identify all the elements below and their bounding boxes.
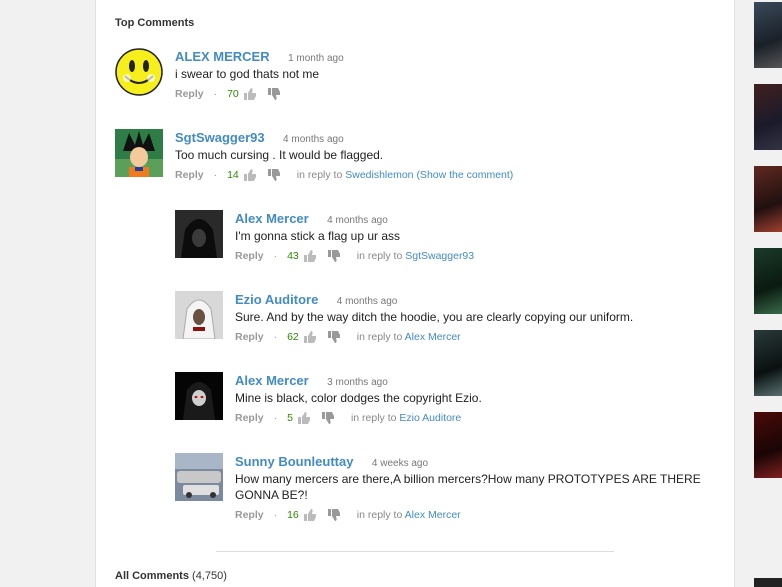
in-reply-to-link[interactable]: Ezio Auditore [399, 412, 461, 424]
avatar[interactable] [175, 453, 223, 501]
section-divider [216, 551, 614, 552]
thumbs-down-icon[interactable] [327, 331, 341, 343]
comment-time[interactable]: 4 months ago [283, 134, 344, 145]
in-reply-label: in reply to [296, 169, 343, 181]
separator-dot: · [273, 331, 278, 343]
comment-author[interactable]: ALEX MERCER [175, 49, 270, 64]
comment-time[interactable]: 4 months ago [327, 215, 388, 226]
thumbs-down-icon[interactable] [267, 88, 281, 100]
in-reply-to: in reply to Ezio Auditore [351, 412, 461, 424]
comment-time[interactable]: 1 month ago [288, 53, 344, 64]
video-thumbnail[interactable] [754, 84, 782, 150]
in-reply-label: in reply to [350, 412, 397, 424]
car-avatar-icon [175, 453, 223, 501]
comment-text: I'm gonna stick a flag up ur ass [235, 229, 401, 243]
reply-button[interactable]: Reply [235, 250, 264, 262]
comment-text: i swear to god thats not me [175, 67, 320, 81]
thumbs-up-icon[interactable] [303, 250, 317, 262]
in-reply-to: in reply to Swedishlemon (Show the comme… [297, 169, 514, 181]
video-thumbnail[interactable] [754, 2, 782, 68]
in-reply-label: in reply to [356, 331, 403, 343]
avatar[interactable] [115, 48, 163, 96]
comment-author[interactable]: Ezio Auditore [235, 292, 318, 307]
comment-time[interactable]: 4 months ago [337, 296, 398, 307]
separator-dot: · [213, 169, 218, 181]
in-reply-to-link[interactable]: SgtSwagger93 [405, 250, 474, 262]
reply-button[interactable]: Reply [235, 331, 264, 343]
goku-avatar-icon [115, 129, 163, 177]
thumbs-up-icon[interactable] [297, 412, 311, 424]
video-thumbnail[interactable] [754, 166, 782, 232]
vote-count: 5 [287, 412, 293, 424]
hooded-figure-avatar-icon [175, 210, 223, 258]
avatar[interactable] [175, 210, 223, 258]
in-reply-to: in reply to SgtSwagger93 [357, 250, 474, 262]
in-reply-to: in reply to Alex Mercer [357, 509, 461, 521]
comment-author[interactable]: Sunny Bounleuttay [235, 454, 353, 469]
reply-button[interactable]: Reply [235, 509, 264, 521]
avatar[interactable] [175, 291, 223, 339]
reply-button[interactable]: Reply [175, 88, 204, 100]
thumbs-up-icon[interactable] [243, 169, 257, 181]
separator-dot: · [273, 412, 278, 424]
video-thumbnail[interactable] [754, 248, 782, 314]
in-reply-label: in reply to [356, 250, 403, 262]
video-thumbnail[interactable] [754, 330, 782, 396]
comment-item: Sunny Bounleuttay 4 weeks ago How many m… [175, 453, 715, 533]
thumbs-up-icon[interactable] [243, 88, 257, 100]
all-comments-heading: All Comments (4,750) [115, 570, 227, 582]
comment-text: Mine is black, color dodges the copyrigh… [235, 391, 482, 405]
in-reply-to-link[interactable]: Alex Mercer [405, 509, 461, 521]
video-thumbnail[interactable] [754, 412, 782, 478]
vote-count: 62 [287, 331, 299, 343]
thumbs-down-icon[interactable] [327, 250, 341, 262]
avatar[interactable] [175, 372, 223, 420]
in-reply-to-link[interactable]: Swedishlemon (Show the comment) [345, 169, 513, 181]
comment-item: Alex Mercer 3 months ago Mine is black, … [175, 372, 715, 432]
comment-author[interactable]: Alex Mercer [235, 211, 309, 226]
in-reply-label: in reply to [356, 509, 403, 521]
smiley-avatar-icon [115, 48, 163, 96]
comment-item: ALEX MERCER 1 month ago i swear to god t… [115, 48, 715, 108]
thumbs-up-icon[interactable] [303, 509, 317, 521]
comment-time[interactable]: 3 months ago [327, 377, 388, 388]
avatar[interactable] [115, 129, 163, 177]
dark-hood-avatar-icon [175, 372, 223, 420]
reply-button[interactable]: Reply [175, 169, 204, 181]
comment-time[interactable]: 4 weeks ago [372, 458, 428, 469]
comment-text: How many mercers are there,A billion mer… [235, 472, 701, 502]
thumbs-up-icon[interactable] [303, 331, 317, 343]
thumbs-down-icon[interactable] [327, 509, 341, 521]
all-comments-label: All Comments [115, 570, 189, 582]
in-reply-to-link[interactable]: Alex Mercer [405, 331, 461, 343]
comment-text: Sure. And by the way ditch the hoodie, y… [235, 310, 634, 324]
comment-text: Too much cursing . It would be flagged. [175, 148, 384, 162]
separator-dot: · [213, 88, 218, 100]
video-thumbnail[interactable] [754, 578, 782, 587]
thumbs-down-icon[interactable] [321, 412, 335, 424]
reply-button[interactable]: Reply [235, 412, 264, 424]
comment-item: Alex Mercer 4 months ago I'm gonna stick… [175, 210, 715, 270]
assassin-avatar-icon [175, 291, 223, 339]
comment-item: SgtSwagger93 4 months ago Too much cursi… [115, 129, 715, 189]
in-reply-to: in reply to Alex Mercer [357, 331, 461, 343]
comments-panel: Top Comments ALEX MERCER 1 month ago i s… [95, 0, 735, 587]
comment-author[interactable]: Alex Mercer [235, 373, 309, 388]
top-comments-heading: Top Comments [115, 17, 195, 29]
comment-item: Ezio Auditore 4 months ago Sure. And by … [175, 291, 715, 351]
separator-dot: · [273, 250, 278, 262]
related-videos-sidebar [752, 0, 782, 587]
vote-count: 16 [287, 509, 299, 521]
thumbs-down-icon[interactable] [267, 169, 281, 181]
comment-author[interactable]: SgtSwagger93 [175, 130, 265, 145]
separator-dot: · [273, 509, 278, 521]
vote-count: 70 [227, 88, 239, 100]
all-comments-count: (4,750) [192, 570, 227, 582]
vote-count: 14 [227, 169, 239, 181]
vote-count: 43 [287, 250, 299, 262]
